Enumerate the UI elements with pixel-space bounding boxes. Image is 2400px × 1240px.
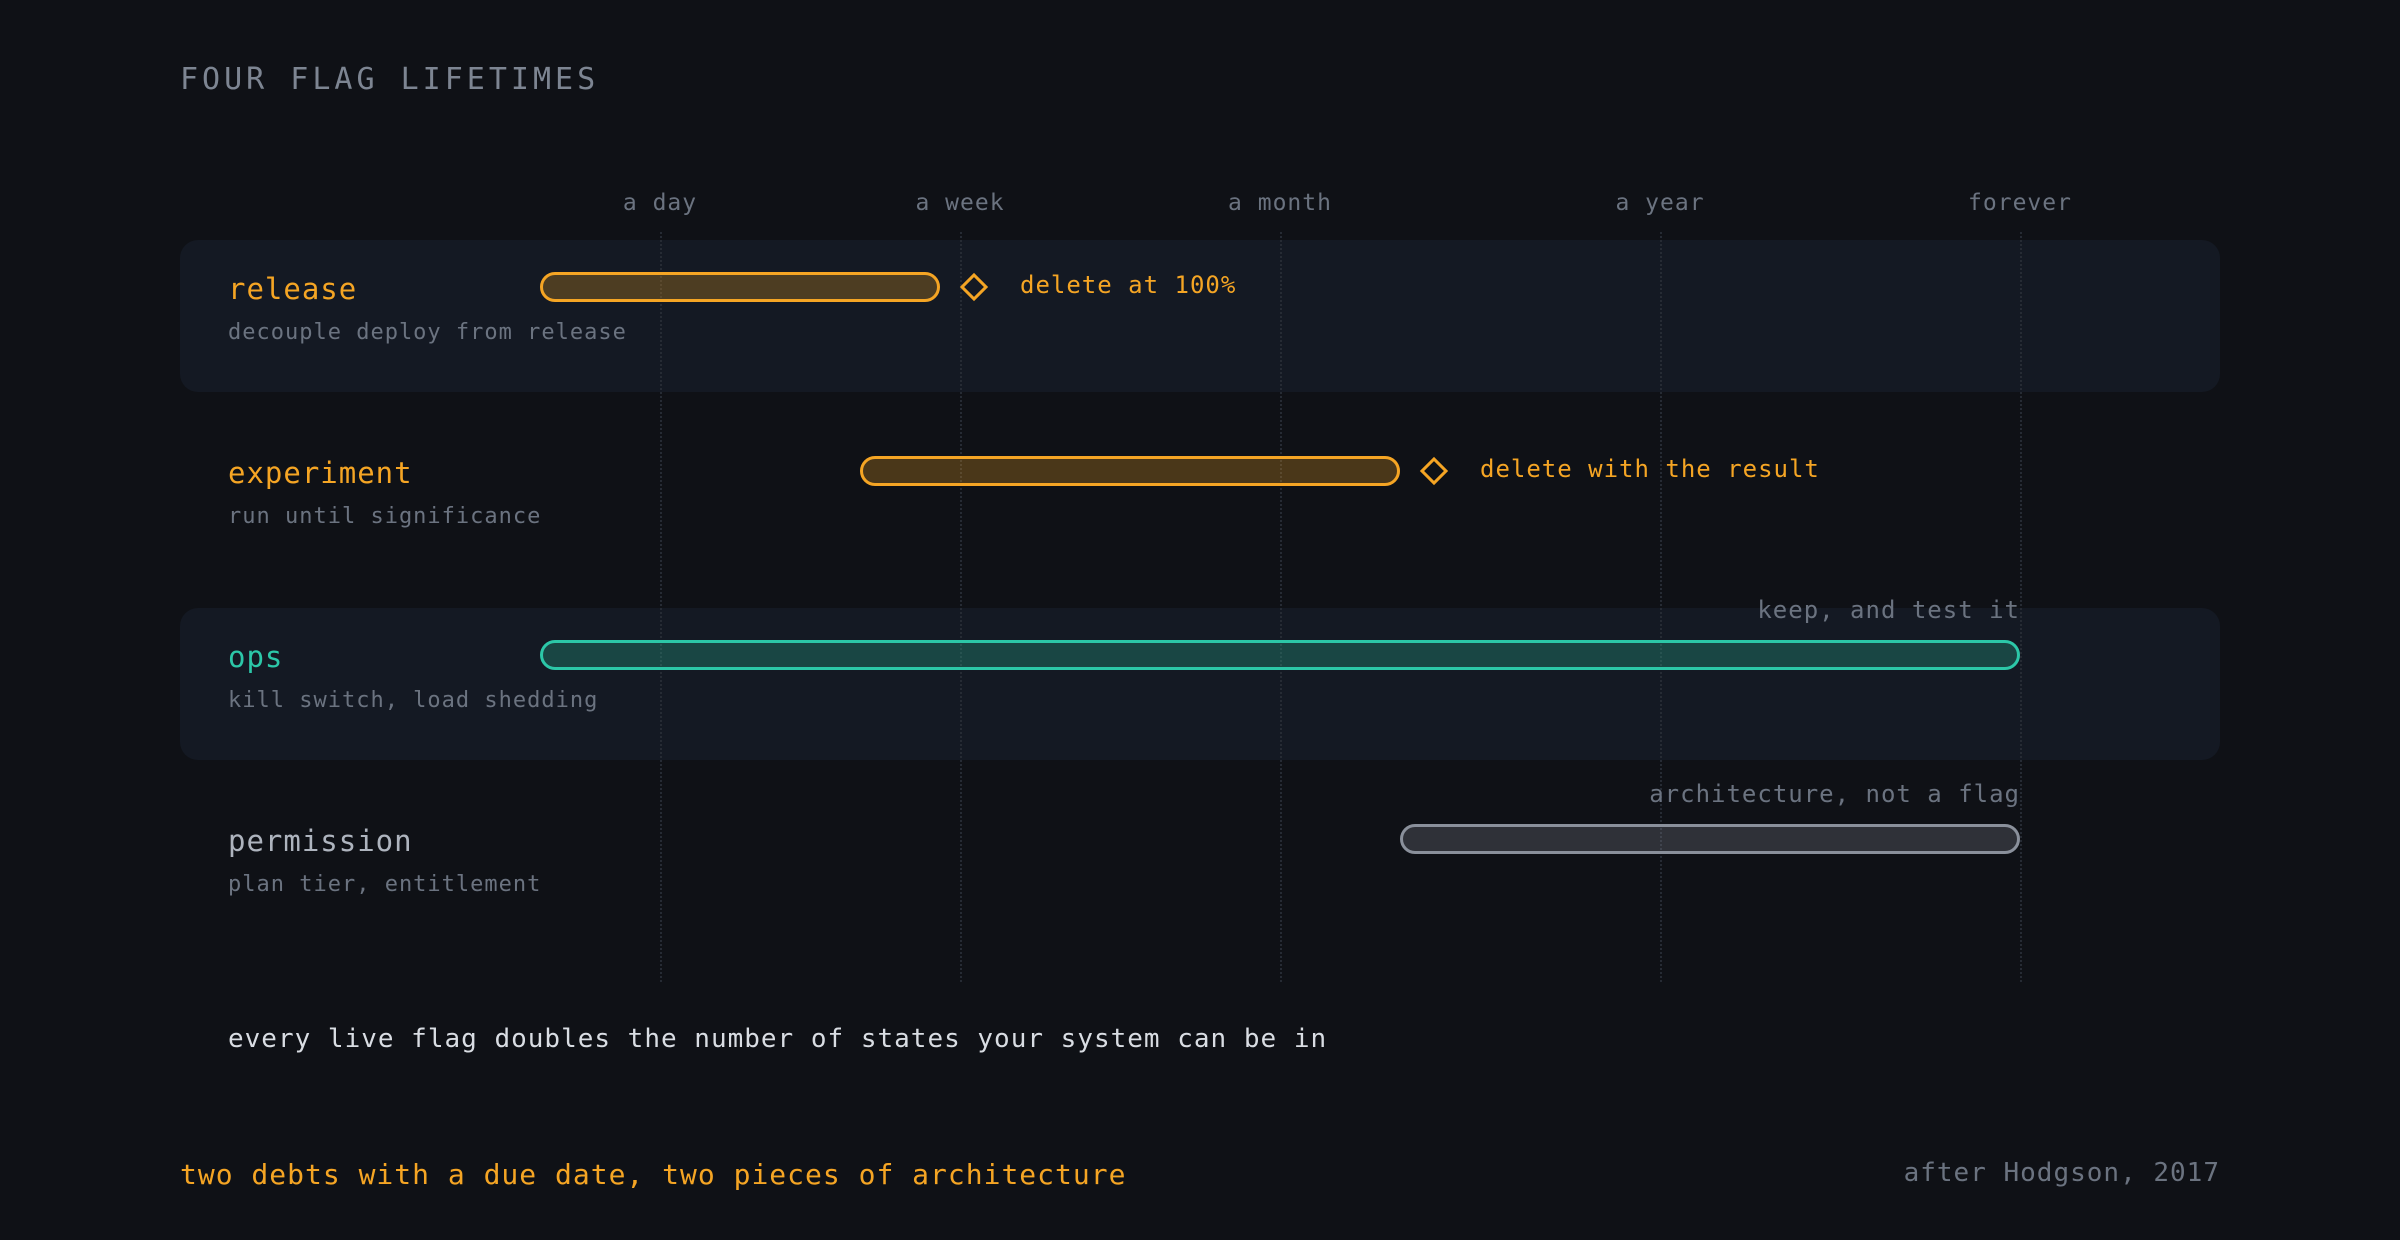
row-name-ops: ops (228, 640, 284, 674)
source-credit: after Hodgson, 2017 (1903, 1158, 2220, 1188)
row-subtitle-ops: kill switch, load shedding (228, 688, 599, 713)
row-name-experiment: experiment (228, 456, 413, 490)
row-subtitle-release: decouple deploy from release (228, 320, 627, 345)
row-band-ops (180, 608, 2220, 760)
gridline-forever (2020, 232, 2022, 982)
conclusion-text: two debts with a due date, two pieces of… (180, 1158, 1127, 1191)
bar-release (540, 272, 940, 302)
bar-ops (540, 640, 2020, 670)
row-band-release (180, 240, 2220, 392)
bar-experiment (860, 456, 1400, 486)
tick-label-day: a day (622, 190, 698, 216)
row-name-release: release (228, 272, 358, 306)
statement-text: every live flag doubles the number of st… (228, 1024, 1328, 1054)
gridline-month (1280, 232, 1282, 982)
annotation-release: delete at 100% (1020, 271, 1237, 299)
tick-label-forever: forever (1968, 190, 2072, 216)
bar-permission (1400, 824, 2020, 854)
annotation-permission: architecture, not a flag (1649, 780, 2020, 808)
row-name-permission: permission (228, 824, 413, 858)
end-marker-experiment (1419, 456, 1449, 486)
chart-title: FOUR FLAG LIFETIMES (180, 62, 600, 97)
row-subtitle-experiment: run until significance (228, 504, 542, 529)
tick-label-week: a week (915, 190, 1005, 216)
annotation-ops: keep, and test it (1757, 596, 2020, 624)
annotation-experiment: delete with the result (1480, 455, 1820, 483)
gridline-year (1660, 232, 1662, 982)
gridline-week (960, 232, 962, 982)
gridline-day (660, 232, 662, 982)
tick-label-month: a month (1228, 190, 1332, 216)
row-subtitle-permission: plan tier, entitlement (228, 872, 542, 897)
tick-label-year: a year (1615, 190, 1705, 216)
